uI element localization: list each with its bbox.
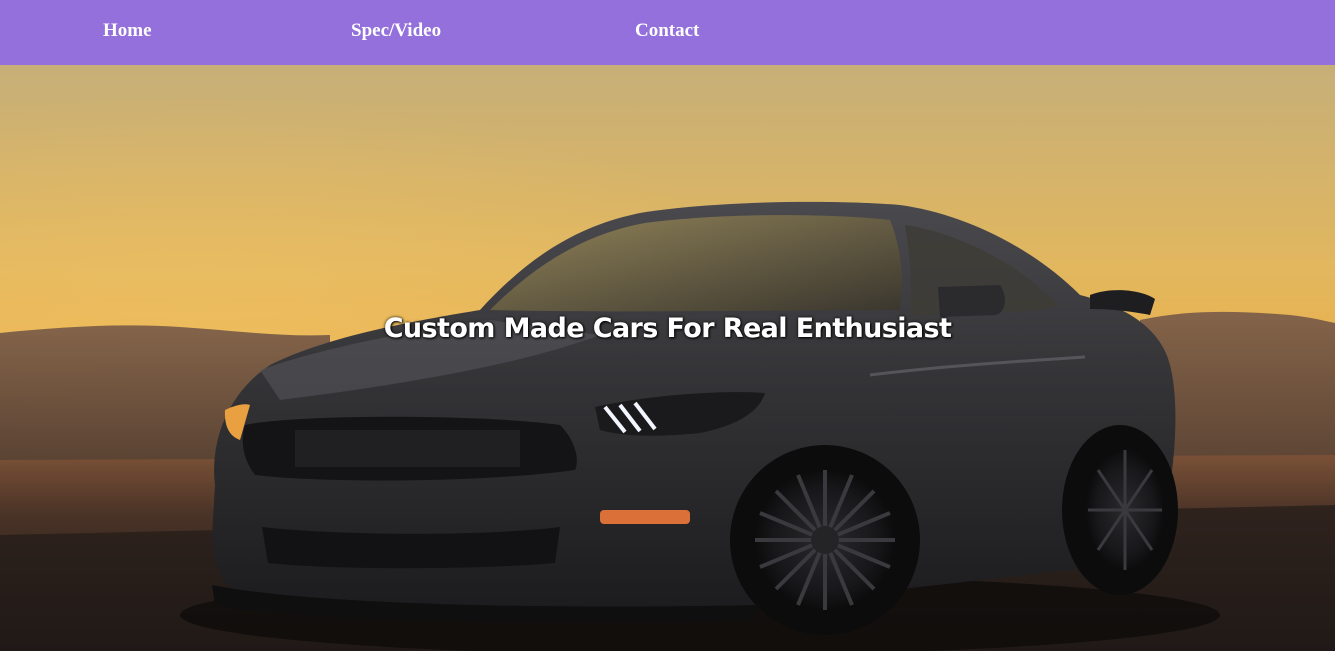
nav-link-contact[interactable]: Contact [635,20,699,42]
hero-car-image [0,65,1335,651]
nav-link-home[interactable]: Home [103,20,152,42]
top-navbar: Home Spec/Video Contact [0,0,1335,65]
hero-heading: Custom Made Cars For Real Enthusiast [383,313,952,344]
nav-link-spec-video[interactable]: Spec/Video [351,20,441,42]
hero-section: Custom Made Cars For Real Enthusiast [0,65,1335,651]
